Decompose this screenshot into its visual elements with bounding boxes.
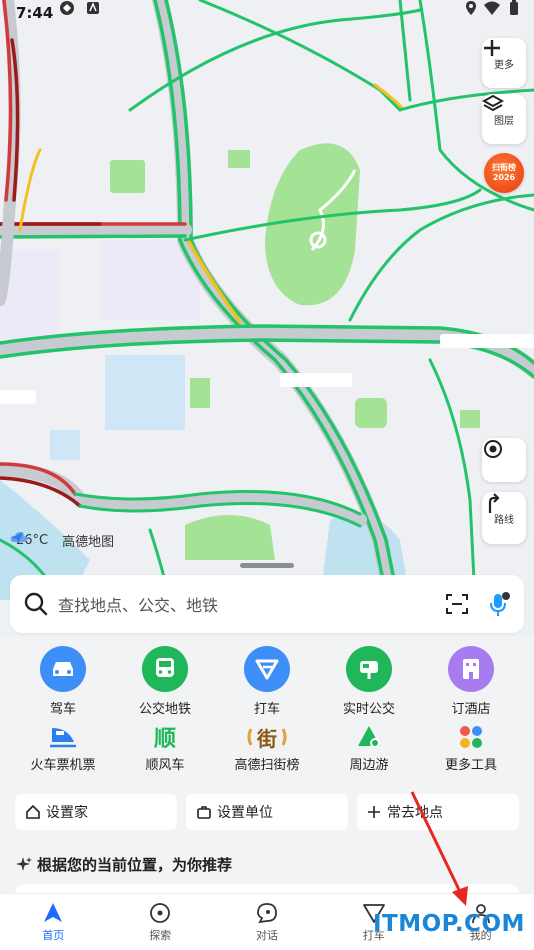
briefcase-icon xyxy=(197,806,211,819)
tab-explore[interactable]: 探索 xyxy=(107,894,214,950)
search-icon xyxy=(24,592,48,616)
status-bar: 7:44 xyxy=(0,0,534,28)
tab-chat-label: 对话 xyxy=(255,929,278,942)
home-icon xyxy=(26,804,40,819)
car-icon xyxy=(40,646,86,692)
set-home-button[interactable]: 设置家 xyxy=(15,794,177,830)
bus-icon xyxy=(142,646,188,692)
map-view[interactable]: 7:44 更多 图层 扫街榜 2026 路线 26°C 高德地图 xyxy=(0,0,534,600)
service-more-tools-label: 更多工具 xyxy=(444,758,497,773)
set-work-button[interactable]: 设置单位 xyxy=(186,794,348,830)
service-hotel-label: 订酒店 xyxy=(451,702,491,717)
hitch-icon: 顺 xyxy=(153,727,176,752)
tab-chat[interactable]: 对话 xyxy=(214,894,321,950)
tab-explore-label: 探索 xyxy=(149,929,172,942)
taxi-icon xyxy=(244,646,290,692)
status-time: 7:44 xyxy=(16,4,54,22)
amap-arrow-icon xyxy=(11,532,23,544)
service-street-ranking-label: 高德扫街榜 xyxy=(234,758,300,773)
chat-icon xyxy=(257,903,277,924)
scan-icon[interactable] xyxy=(446,593,468,615)
weather-widget: 26°C 高德地图 xyxy=(10,531,114,550)
service-taxi-label: 打车 xyxy=(253,702,280,717)
frequent-places-label: 常去地点 xyxy=(387,805,443,821)
street-ranking-badge[interactable]: 扫街榜 2026 xyxy=(484,153,524,193)
secondary-services-row: 火车票机票 顺 顺风车 街 高德扫街榜 周边游 更多工具 xyxy=(0,722,534,773)
set-work-label: 设置单位 xyxy=(217,805,273,821)
service-train-label: 火车票机票 xyxy=(30,758,96,773)
recommend-heading: 根据您的当前位置，为你推荐 xyxy=(15,854,232,875)
wifi-status-icon xyxy=(484,1,500,15)
street-ranking-icon: 街 xyxy=(247,722,287,752)
location-status-icon xyxy=(466,1,476,15)
nearby-travel-icon xyxy=(351,722,387,752)
service-bus-label: 公交地铁 xyxy=(138,702,191,717)
locate-button[interactable] xyxy=(482,438,526,482)
plus-icon xyxy=(484,40,500,56)
bottom-sheet: 查找地点、公交、地铁 驾车 公交地铁 打车 实时公交 订酒店 火车票机票 顺 顺… xyxy=(0,560,534,950)
more-tools-icon xyxy=(453,722,489,752)
service-drive[interactable]: 驾车 xyxy=(12,646,114,717)
service-nearby-travel[interactable]: 周边游 xyxy=(318,722,420,773)
service-hitch-label: 顺风车 xyxy=(145,758,185,773)
service-nearby-travel-label: 周边游 xyxy=(349,758,389,773)
app-status-icon xyxy=(60,1,74,15)
tab-home-label: 首页 xyxy=(42,929,65,942)
layers-icon xyxy=(482,94,504,112)
layers-button[interactable]: 图层 xyxy=(482,94,526,144)
service-hitch[interactable]: 顺 顺风车 xyxy=(114,722,216,773)
set-home-label: 设置家 xyxy=(46,805,88,821)
amap-logo: 高德地图 xyxy=(11,531,115,550)
primary-services-row: 驾车 公交地铁 打车 实时公交 订酒店 xyxy=(0,646,534,717)
map-canvas xyxy=(0,0,534,600)
amap-brand: 高德地图 xyxy=(62,535,115,550)
add-icon xyxy=(368,806,380,818)
street-badge-line1: 扫街榜 xyxy=(492,163,516,172)
frequent-places-button[interactable]: 常去地点 xyxy=(357,794,519,830)
search-bar[interactable]: 查找地点、公交、地铁 xyxy=(10,575,524,633)
street-badge-line2: 2026 xyxy=(492,173,516,182)
watermark-text: ITMOP.COM xyxy=(373,911,525,937)
sparkle-icon xyxy=(16,856,32,871)
tab-home[interactable]: 首页 xyxy=(0,894,107,950)
service-more-tools[interactable]: 更多工具 xyxy=(420,722,522,773)
recommend-title: 根据您的当前位置，为你推荐 xyxy=(37,856,233,874)
locate-icon xyxy=(484,440,502,458)
voice-icon[interactable] xyxy=(488,591,510,617)
more-button[interactable]: 更多 xyxy=(482,38,526,88)
route-button[interactable]: 路线 xyxy=(482,492,526,544)
service-hotel[interactable]: 订酒店 xyxy=(420,646,522,717)
service-drive-label: 驾车 xyxy=(49,702,76,717)
battery-status-icon xyxy=(510,0,518,15)
realtime-bus-icon xyxy=(346,646,392,692)
explore-icon xyxy=(150,903,171,923)
quick-places-row: 设置家 设置单位 常去地点 xyxy=(15,794,528,830)
notification-status-icon xyxy=(87,2,99,14)
home-nav-icon xyxy=(44,903,63,922)
hotel-icon xyxy=(448,646,494,692)
more-label: 更多 xyxy=(494,60,514,71)
sheet-drag-handle[interactable] xyxy=(240,563,294,568)
service-taxi[interactable]: 打车 xyxy=(216,646,318,717)
service-street-ranking[interactable]: 街 高德扫街榜 xyxy=(216,722,318,774)
service-bus[interactable]: 公交地铁 xyxy=(114,646,216,717)
search-input[interactable]: 查找地点、公交、地铁 xyxy=(58,592,446,616)
service-train[interactable]: 火车票机票 xyxy=(12,722,114,773)
service-realtime-bus-label: 实时公交 xyxy=(342,702,395,717)
route-icon xyxy=(488,493,500,513)
train-icon xyxy=(45,722,81,752)
service-realtime-bus[interactable]: 实时公交 xyxy=(318,646,420,717)
